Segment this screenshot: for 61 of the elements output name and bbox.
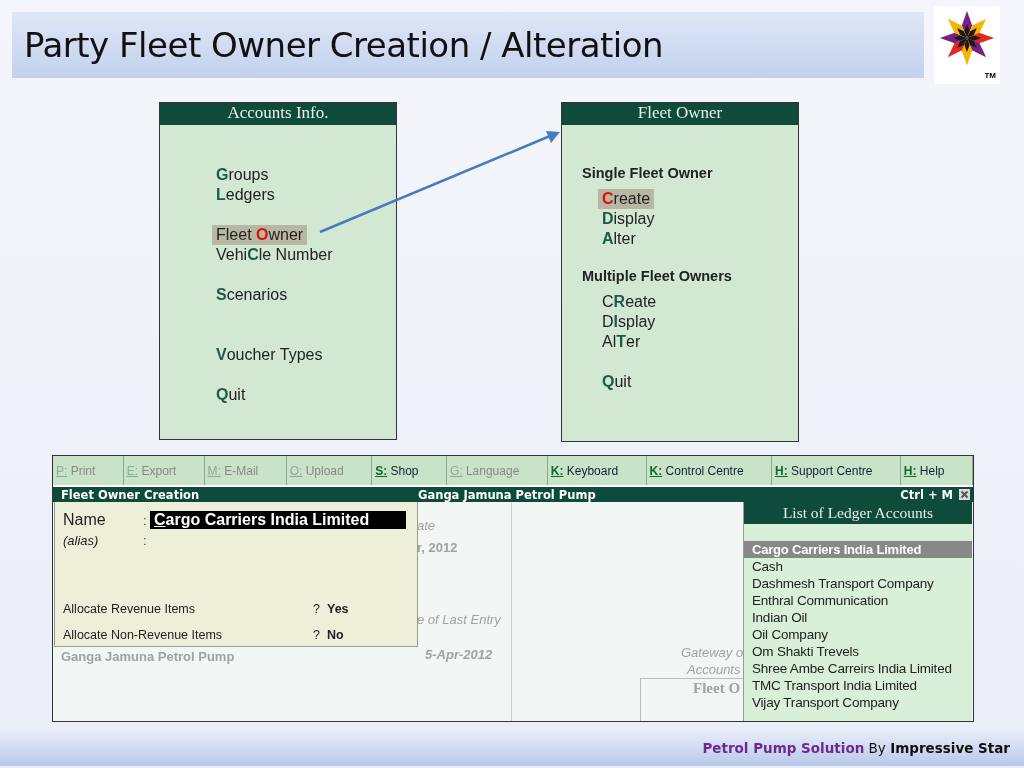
- close-icon[interactable]: [959, 489, 970, 500]
- section-heading: Single Fleet Owner: [582, 165, 714, 181]
- list-item[interactable]: Cargo Carriers India Limited: [744, 541, 972, 558]
- menu-item[interactable]: Display: [598, 209, 659, 229]
- menu-title: Fleet Owner: [562, 103, 798, 125]
- toolbar-button[interactable]: K: Keyboard: [547, 456, 647, 485]
- list-item[interactable]: TMC Transport India Limited: [744, 677, 972, 694]
- option-label: Allocate Non-Revenue Items: [63, 628, 224, 642]
- faded-text: Ganga Jamuna Petrol Pump: [61, 649, 235, 664]
- list-item[interactable]: Vijay Transport Company: [744, 694, 972, 711]
- menu-item[interactable]: VehiCle Number: [212, 245, 337, 265]
- list-item[interactable]: Dashmesh Transport Company: [744, 575, 972, 592]
- slide-title: Party Fleet Owner Creation / Alteration: [12, 12, 924, 78]
- trademark-mark: TM: [984, 71, 996, 80]
- menu-item[interactable]: Alter: [598, 229, 640, 249]
- menu-item[interactable]: DIsplay: [598, 312, 660, 332]
- section-heading: Multiple Fleet Owners: [582, 268, 733, 284]
- toolbar-button[interactable]: H: Help: [900, 456, 973, 485]
- colon: :: [143, 512, 148, 528]
- colon: :: [143, 532, 148, 548]
- toolbar-button[interactable]: K: Control Centre: [646, 456, 772, 485]
- faded-text: Fleet O: [693, 680, 741, 697]
- menu-item[interactable]: AlTer: [598, 332, 645, 352]
- menu-item[interactable]: Ledgers: [212, 185, 279, 205]
- list-item[interactable]: Shree Ambe Carreirs India Limited: [744, 660, 972, 677]
- menu-item[interactable]: Scenarios: [212, 285, 292, 305]
- menu-item[interactable]: Voucher Types: [212, 345, 327, 365]
- field-label: (alias): [63, 532, 100, 548]
- faded-text: e of Last Entry: [417, 612, 501, 627]
- list-item[interactable]: Cash: [744, 558, 972, 575]
- menu-item[interactable]: Quit: [212, 385, 250, 405]
- list-title: List of Ledger Accounts: [744, 502, 972, 524]
- list-item[interactable]: Oil Company: [744, 626, 972, 643]
- option-value[interactable]: Yes: [327, 602, 349, 616]
- field-label: Name: [63, 511, 107, 529]
- toolbar-button[interactable]: H: Support Centre: [772, 456, 901, 485]
- menu-item[interactable]: Quit: [598, 372, 636, 392]
- option-value[interactable]: No: [327, 628, 344, 642]
- question-mark: ?: [313, 602, 321, 616]
- faded-text: Gateway o: [681, 645, 744, 660]
- list-item[interactable]: Om Shakti Trevels: [744, 643, 972, 660]
- faded-text: 5-Apr-2012: [425, 647, 493, 662]
- option-label: Allocate Revenue Items: [63, 602, 196, 616]
- list-item[interactable]: Enthral Communication: [744, 592, 972, 609]
- question-mark: ?: [313, 628, 321, 642]
- menu-item[interactable]: Fleet Owner: [212, 225, 308, 245]
- menu-item[interactable]: Create: [598, 189, 655, 209]
- star-logo: [939, 10, 995, 66]
- menu-title: Accounts Info.: [160, 103, 396, 125]
- faded-text: ate: [417, 518, 436, 533]
- menu-item[interactable]: CReate: [598, 292, 661, 312]
- company-name: Ganga Jamuna Petrol Pump: [418, 487, 597, 502]
- footer-text: Petrol Pump Solution By Impressive Star: [702, 740, 1010, 756]
- shortcut-label: Ctrl + M: [900, 487, 953, 502]
- toolbar-button[interactable]: S: Shop: [372, 456, 447, 485]
- screen-title: Fleet Owner Creation: [61, 487, 201, 502]
- name-field[interactable]: Cargo Carriers India Limited: [150, 511, 406, 529]
- list-item[interactable]: Indian Oil: [744, 609, 972, 626]
- faded-text: Accounts: [687, 662, 741, 677]
- menu-item[interactable]: Groups: [212, 165, 273, 185]
- faded-text: r, 2012: [417, 540, 458, 555]
